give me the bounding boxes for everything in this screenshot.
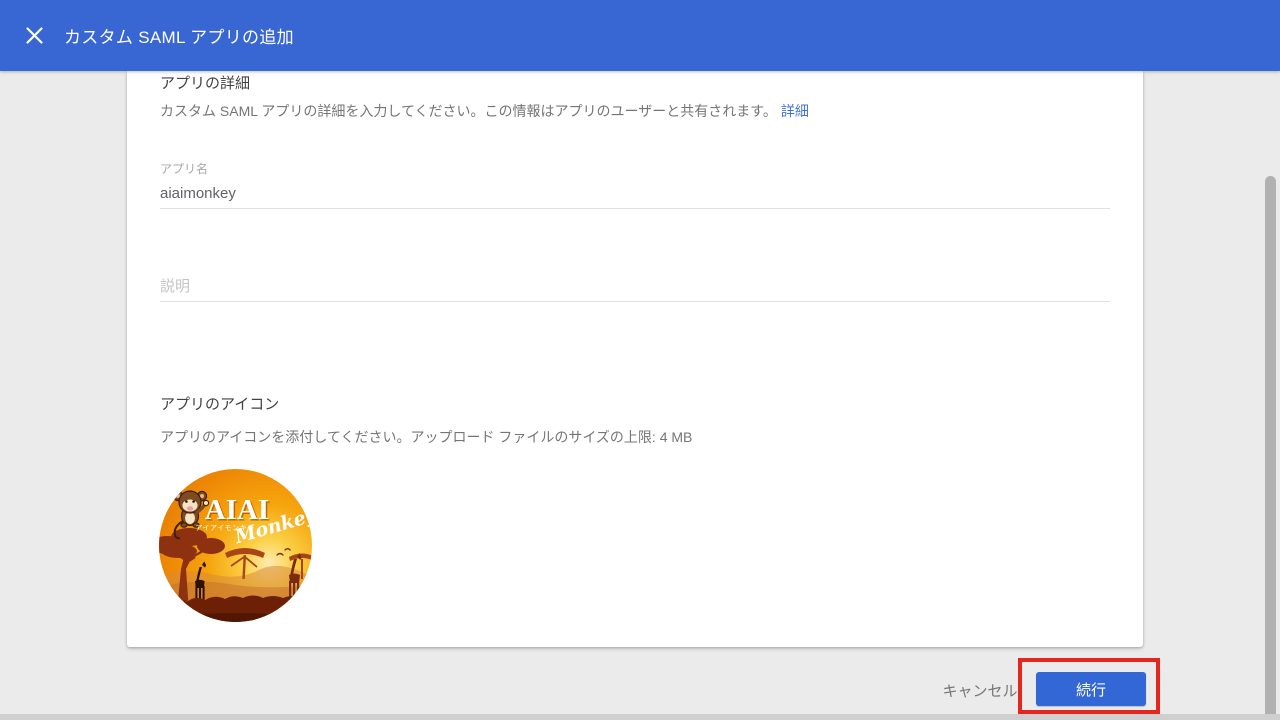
bottom-edge-strip xyxy=(0,714,1280,720)
app-icon-heading: アプリのアイコン xyxy=(160,393,279,414)
close-icon[interactable] xyxy=(14,16,54,56)
dialog-header: カスタム SAML アプリの追加 xyxy=(0,0,1280,71)
description-text: カスタム SAML アプリの詳細を入力してください。この情報はアプリのユーザーと… xyxy=(160,103,777,119)
app-name-input[interactable] xyxy=(160,179,1110,209)
app-details-card: アプリの詳細 カスタム SAML アプリの詳細を入力してください。この情報はアプ… xyxy=(127,71,1143,647)
app-logo-image: AIAI AIAI アイアイモンキー Monkey xyxy=(159,469,312,622)
dialog-title: カスタム SAML アプリの追加 xyxy=(64,23,294,48)
description-input[interactable] xyxy=(160,272,1110,302)
vertical-scrollbar-thumb[interactable] xyxy=(1265,176,1276,714)
app-name-label: アプリ名 xyxy=(160,160,208,177)
app-details-description: カスタム SAML アプリの詳細を入力してください。この情報はアプリのユーザーと… xyxy=(160,101,809,121)
app-details-heading: アプリの詳細 xyxy=(160,72,250,93)
app-icon-instruction: アプリのアイコンを添付してください。アップロード ファイルのサイズの上限: 4 … xyxy=(160,427,692,447)
learn-more-link[interactable]: 詳細 xyxy=(781,103,809,119)
continue-button[interactable]: 続行 xyxy=(1036,672,1146,706)
cancel-button[interactable]: キャンセル xyxy=(940,674,1020,706)
add-saml-app-dialog: カスタム SAML アプリの追加 アプリの詳細 カスタム SAML アプリの詳細… xyxy=(0,0,1280,720)
